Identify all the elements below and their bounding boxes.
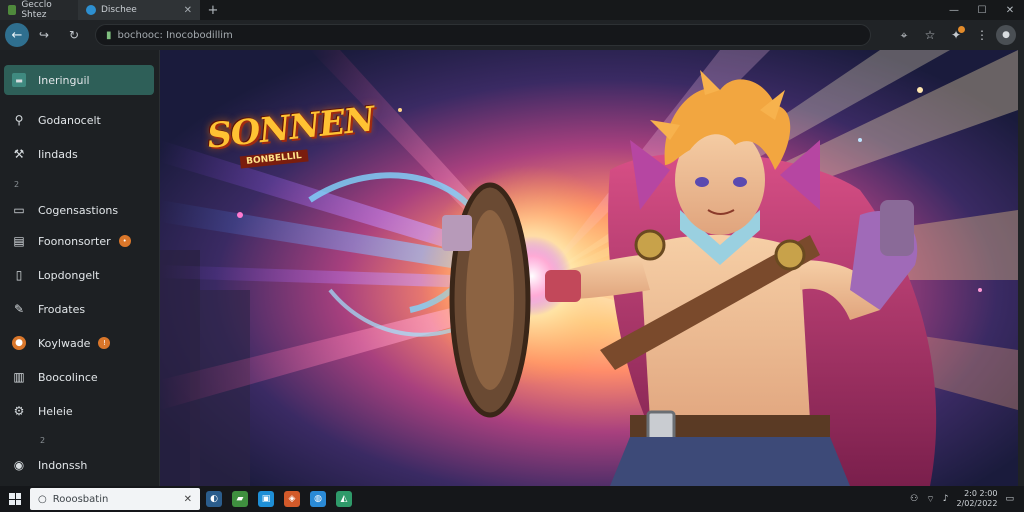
search-icon: ⚲ [14,113,24,127]
search-icon: ○ [38,493,47,505]
sidebar-item-label: Iindads [38,147,78,161]
tab-favicon-icon [86,5,96,15]
sidebar-item-0[interactable]: ▬ Ineringuil [4,65,154,95]
close-window-button[interactable]: ✕ [996,0,1024,20]
app-icon[interactable]: ◭ [336,491,352,507]
sidebar-item-label: Godanocelt [38,113,101,127]
address-url: bochooc: Inocobodillim [117,29,233,41]
tab-label: Gecclo Shtez [21,0,52,20]
sidebar-item-10[interactable]: ◉ Indonssh [4,450,154,480]
maximize-button[interactable]: ☐ [968,0,996,20]
browser-icon[interactable]: ◍ [310,491,326,507]
trash-icon: ▥ [13,370,25,384]
taskbar-search[interactable]: ○ Rooosbatin ✕ [30,488,200,510]
sidebar-item-label: Indonssh [38,458,88,472]
hammer-icon: ⚒ [13,147,25,161]
lock-icon: ▮ [106,29,112,41]
sidebar-item-4[interactable]: ▤ Foononsorter • [4,226,154,256]
sidebar-item-5[interactable]: ▯ Lopdongelt [4,260,154,290]
sidebar-item-label: Ineringuil [38,73,90,87]
sidebar-item-8[interactable]: ▥ Boocolince [4,362,154,392]
tab-2[interactable]: Dischee ✕ [78,0,200,20]
sidebar-item-label: Lopdongelt [38,268,100,282]
gear-icon: ⚙ [13,404,25,418]
sidebar-item-label: Koylwade [38,336,91,350]
notification-icon[interactable]: ▭ [1005,494,1014,504]
menu-icon[interactable]: ⋮ [970,23,994,47]
minimize-button[interactable]: — [940,0,968,20]
sidebar-item-9[interactable]: ⚙ Heleie [4,396,154,426]
start-button[interactable] [0,486,30,512]
star-icon[interactable]: ☆ [918,23,942,47]
close-tab-icon[interactable]: ✕ [184,5,192,16]
clock-date: 2/02/2022 [956,499,998,508]
radio-icon: ◉ [13,458,25,472]
store-icon[interactable]: ▣ [258,491,274,507]
sidebar-item-label: Heleie [38,404,73,418]
forward-icon[interactable]: ↪ [29,23,59,47]
sidebar-item-label: Boocolince [38,370,98,384]
clipboard-icon: ▯ [15,268,23,282]
new-tab-button[interactable]: + [200,0,226,20]
volume-icon[interactable]: ♪ [943,494,949,504]
sidebar-item-label: Foononsorter [38,234,111,248]
windows-logo-icon [9,493,21,505]
sidebar-item-2[interactable]: ⚒ Iindads [4,139,154,169]
taskbar-apps: ◐ ▰ ▣ ◈ ◍ ◭ [206,491,352,507]
section-label: 2 [40,436,46,445]
edge-icon[interactable]: ◐ [206,491,222,507]
wrench-icon: ✎ [13,302,25,316]
clock-time: 2:0 2:00 [964,489,998,498]
toolbar-actions: ⌖ ☆ ✦ ⋮ ● [892,23,1024,47]
sidebar-item-7[interactable]: ● Koylwade ! [4,328,154,358]
section-label: 2 [14,180,20,189]
sidebar: ▬ Ineringuil ⚲ Godanocelt ⚒ Iindads 2 ▭ … [0,50,160,486]
pin-icon[interactable]: ⌖ [892,23,916,47]
sidebar-item-6[interactable]: ✎ Frodates [4,294,154,324]
taskbar-search-text: Rooosbatin [52,493,109,505]
notification-badge: ! [98,337,111,349]
profile-avatar[interactable]: ● [996,25,1016,45]
clock[interactable]: 2:0 2:00 2/02/2022 [956,489,997,509]
monitor-icon: ▭ [13,203,25,217]
circle-icon: ● [12,336,26,350]
mic-icon[interactable]: ✕ [184,494,192,505]
document-icon: ▤ [13,234,25,248]
scrollbar[interactable] [1018,50,1024,486]
browser-toolbar: ← ↪ ↻ ▮ bochooc: Inocobodillim ⌖ ☆ ✦ ⋮ ● [0,20,1024,50]
system-tray: ⚇ ⌔ ♪ 2:0 2:00 2/02/2022 ▭ [910,489,1024,509]
office-icon[interactable]: ◈ [284,491,300,507]
wifi-icon[interactable]: ⌔ [926,494,934,505]
back-button[interactable]: ← [5,23,29,47]
extensions-icon[interactable]: ✦ [944,23,968,47]
folder-icon[interactable]: ▰ [232,491,248,507]
tab-1[interactable]: Gecclo Shtez [0,0,78,20]
reload-icon[interactable]: ↻ [59,23,89,47]
tab-label: Dischee [101,5,137,15]
address-bar[interactable]: ▮ bochooc: Inocobodillim [95,24,871,46]
notification-badge: • [118,235,131,247]
game-logo-subtitle: BONBELLIL [239,149,309,169]
sidebar-item-label: Cogensastions [38,203,119,217]
taskbar: ○ Rooosbatin ✕ ◐ ▰ ▣ ◈ ◍ ◭ ⚇ ⌔ ♪ 2:0 2:0… [0,486,1024,512]
tab-strip: Gecclo Shtez Dischee ✕ + — ☐ ✕ [0,0,1024,20]
folder-icon: ▬ [12,73,26,87]
people-icon[interactable]: ⚇ [910,494,918,504]
sidebar-item-label: Frodates [38,302,86,316]
sidebar-item-3[interactable]: ▭ Cogensastions [4,195,154,225]
tab-favicon-icon [8,5,17,15]
window-controls: — ☐ ✕ [940,0,1024,20]
sidebar-item-1[interactable]: ⚲ Godanocelt [4,105,154,135]
hero-artwork: SONNEN BONBELLIL [160,50,1018,486]
